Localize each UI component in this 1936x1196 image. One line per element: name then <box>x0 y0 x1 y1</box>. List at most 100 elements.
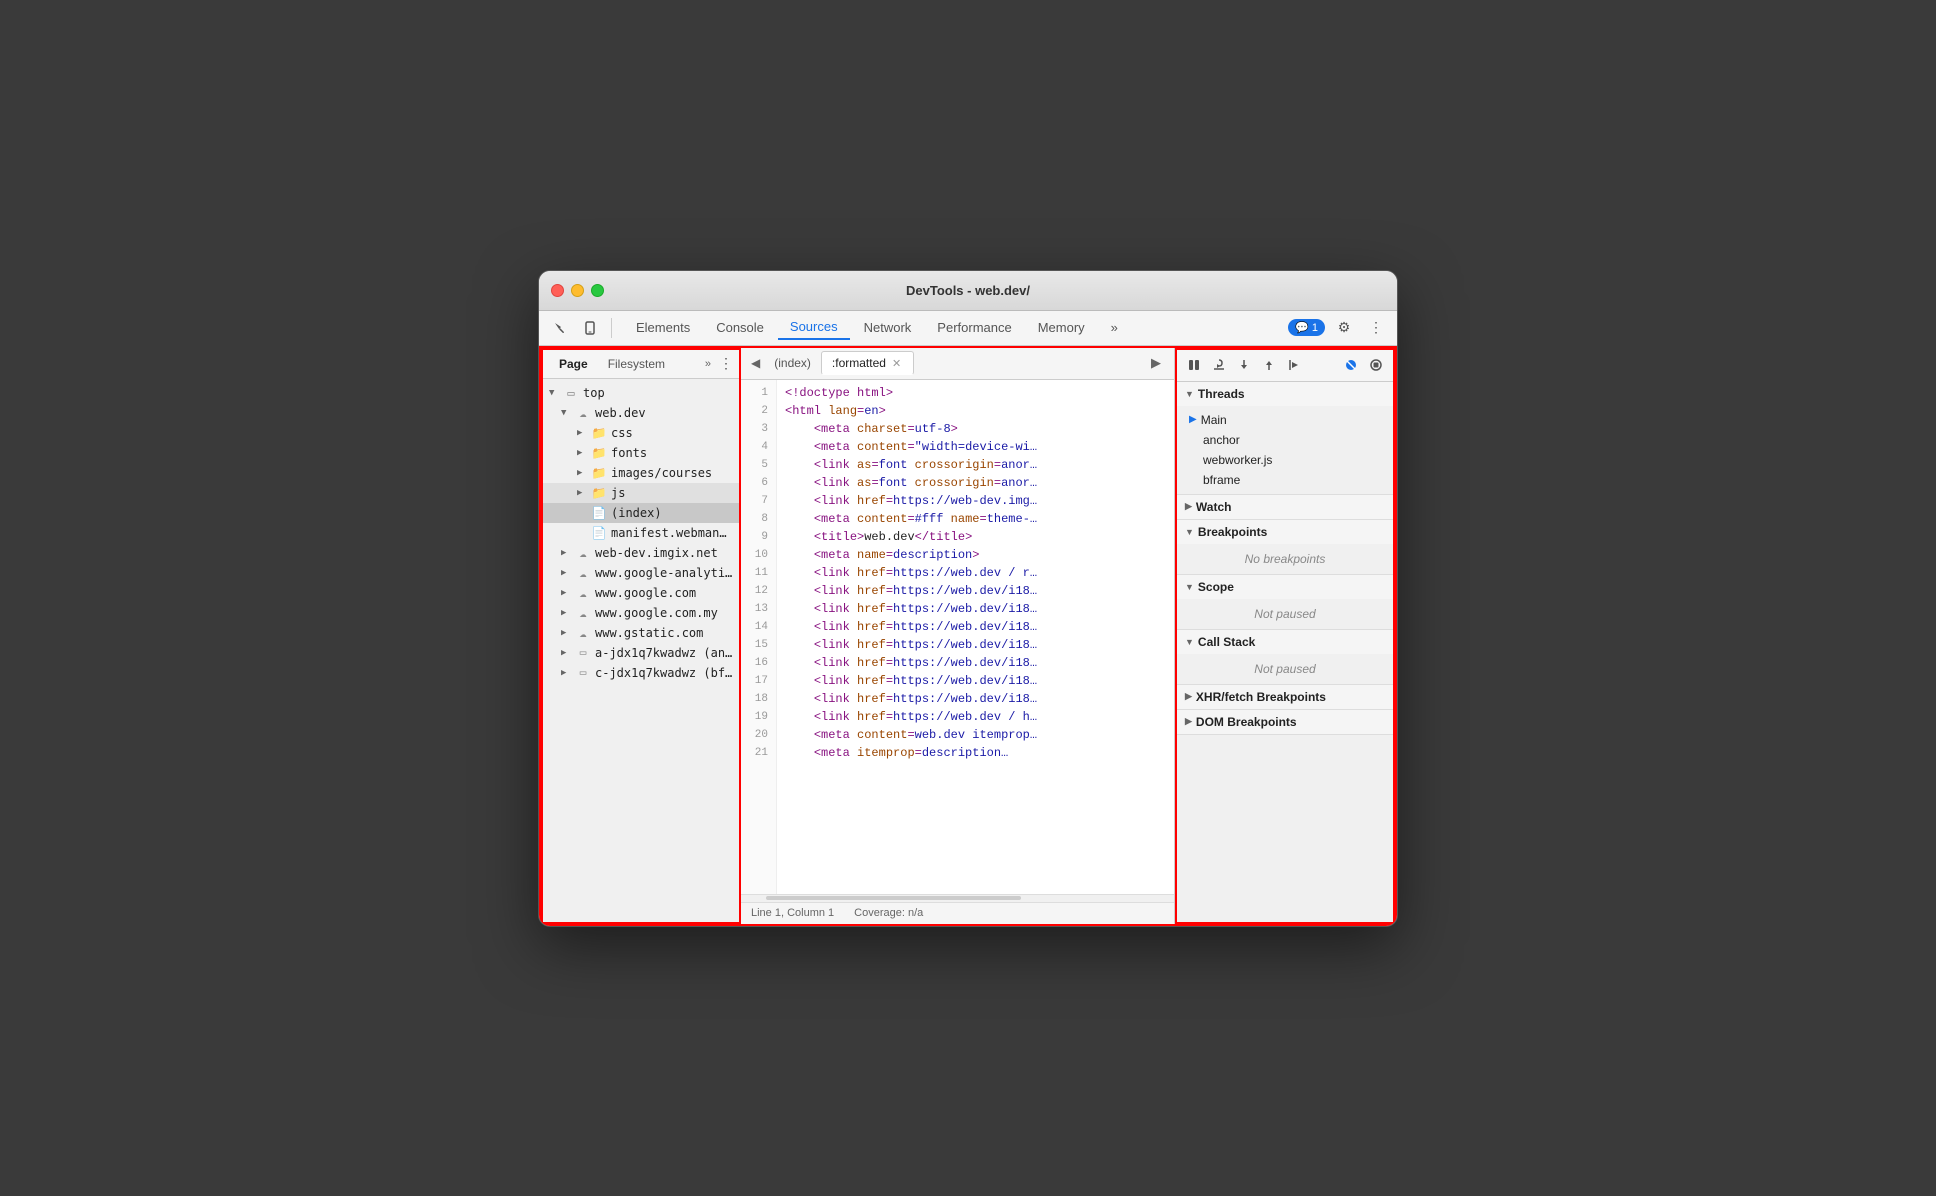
editor-prev-button[interactable]: ◀ <box>747 354 764 372</box>
call-stack-content: Not paused <box>1177 654 1393 684</box>
right-panel-scroll[interactable]: ▼ Threads ▶ Main anchor webworker.js <box>1177 382 1393 922</box>
more-tabs-button[interactable]: » <box>705 358 711 370</box>
tree-item-index[interactable]: 📄 (index) <box>543 503 739 523</box>
tab-close-icon[interactable]: ✕ <box>890 357 903 370</box>
code-line-14: <link href=https://web.dev/i18… <box>785 618 1166 636</box>
run-script-button[interactable]: ▶ <box>1144 351 1168 375</box>
section-arrow: ▶ <box>1185 691 1192 702</box>
scope-not-paused: Not paused <box>1185 603 1385 625</box>
tree-label: www.google.com.my <box>595 606 718 620</box>
tree-label: css <box>611 426 633 440</box>
more-options-icon[interactable]: ⋮ <box>1363 315 1389 341</box>
tree-item-webdev[interactable]: ▼ ☁ web.dev <box>543 403 739 423</box>
close-button[interactable] <box>551 284 564 297</box>
tab-network[interactable]: Network <box>852 316 924 339</box>
tree-item-google[interactable]: ▶ ☁ www.google.com <box>543 583 739 603</box>
code-line-5: <link as=font crossorigin=anor… <box>785 456 1166 474</box>
code-editor[interactable]: 1 2 3 4 5 6 7 8 9 10 11 12 13 14 15 16 1 <box>741 380 1174 894</box>
panel-menu-icon[interactable]: ⋮ <box>719 355 733 372</box>
cloud-icon: ☁ <box>575 605 591 621</box>
inspector-icon[interactable] <box>547 315 573 341</box>
tree-arrow: ▶ <box>577 448 591 458</box>
continue-button[interactable] <box>1283 354 1305 376</box>
threads-section: ▼ Threads ▶ Main anchor webworker.js <box>1177 382 1393 495</box>
thread-webworker[interactable]: webworker.js <box>1185 450 1385 470</box>
settings-icon[interactable]: ⚙ <box>1331 315 1357 341</box>
code-line-16: <link href=https://web.dev/i18… <box>785 654 1166 672</box>
right-panel: ▼ Threads ▶ Main anchor webworker.js <box>1175 348 1395 924</box>
xhr-breakpoints-header[interactable]: ▶ XHR/fetch Breakpoints <box>1177 685 1393 709</box>
file-icon: 📄 <box>591 525 607 541</box>
call-stack-header[interactable]: ▼ Call Stack <box>1177 630 1393 654</box>
tree-item-bframe[interactable]: ▶ ▭ c-jdx1q7kwadwz (bfram… <box>543 663 739 683</box>
mobile-icon[interactable] <box>577 315 603 341</box>
code-line-8: <meta content=#fff name=theme-… <box>785 510 1166 528</box>
cloud-icon: ☁ <box>575 565 591 581</box>
tab-performance[interactable]: Performance <box>925 316 1023 339</box>
step-out-button[interactable] <box>1258 354 1280 376</box>
tree-item-manifest[interactable]: 📄 manifest.webmanifest <box>543 523 739 543</box>
thread-main[interactable]: ▶ Main <box>1185 410 1385 430</box>
tree-item-imgix[interactable]: ▶ ☁ web-dev.imgix.net <box>543 543 739 563</box>
tree-item-images[interactable]: ▶ 📁 images/courses <box>543 463 739 483</box>
horizontal-scrollbar[interactable] <box>741 894 1174 902</box>
code-line-10: <meta name=description> <box>785 546 1166 564</box>
code-line-17: <link href=https://web.dev/i18… <box>785 672 1166 690</box>
tree-item-google-my[interactable]: ▶ ☁ www.google.com.my <box>543 603 739 623</box>
tree-label: (index) <box>611 506 662 520</box>
tree-label: top <box>583 386 605 400</box>
cloud-icon: ☁ <box>575 585 591 601</box>
tree-item-js[interactable]: ▶ 📁 js <box>543 483 739 503</box>
thread-bframe[interactable]: bframe <box>1185 470 1385 490</box>
code-line-18: <link href=https://web.dev/i18… <box>785 690 1166 708</box>
tab-console[interactable]: Console <box>704 316 776 339</box>
tab-more[interactable]: » <box>1099 316 1130 339</box>
tab-elements[interactable]: Elements <box>624 316 702 339</box>
watch-header[interactable]: ▶ Watch <box>1177 495 1393 519</box>
deactivate-breakpoints-button[interactable] <box>1340 354 1362 376</box>
tree-item-top[interactable]: ▼ ▭ top <box>543 383 739 403</box>
scope-label: Scope <box>1198 580 1234 594</box>
step-over-button[interactable] <box>1208 354 1230 376</box>
tree-label: fonts <box>611 446 647 460</box>
tree-item-gstatic[interactable]: ▶ ☁ www.gstatic.com <box>543 623 739 643</box>
scope-header[interactable]: ▼ Scope <box>1177 575 1393 599</box>
file-tree: ▼ ▭ top ▼ ☁ web.dev ▶ 📁 css <box>543 379 739 922</box>
tab-page[interactable]: Page <box>549 354 598 374</box>
maximize-button[interactable] <box>591 284 604 297</box>
tab-memory[interactable]: Memory <box>1026 316 1097 339</box>
step-into-button[interactable] <box>1233 354 1255 376</box>
section-arrow: ▼ <box>1185 527 1194 537</box>
tree-item-anchor-frame[interactable]: ▶ ▭ a-jdx1q7kwadwz (anch… <box>543 643 739 663</box>
main-content: Page Filesystem » ⋮ ▼ ▭ top ▼ ☁ web.d <box>539 346 1397 926</box>
chat-icon: 💬 <box>1295 321 1309 334</box>
thread-anchor[interactable]: anchor <box>1185 430 1385 450</box>
code-line-3: <meta charset=utf-8> <box>785 420 1166 438</box>
scrollbar-thumb[interactable] <box>766 896 1021 900</box>
tab-filesystem[interactable]: Filesystem <box>598 354 675 374</box>
code-line-19: <link href=https://web.dev / h… <box>785 708 1166 726</box>
middle-panel: ◀ (index) :formatted ✕ ▶ 1 2 3 4 5 6 7 8 <box>741 348 1175 924</box>
dom-breakpoints-section: ▶ DOM Breakpoints <box>1177 710 1393 735</box>
dom-breakpoints-header[interactable]: ▶ DOM Breakpoints <box>1177 710 1393 734</box>
pause-button[interactable] <box>1183 354 1205 376</box>
tree-label: web.dev <box>595 406 646 420</box>
minimize-button[interactable] <box>571 284 584 297</box>
tree-item-fonts[interactable]: ▶ 📁 fonts <box>543 443 739 463</box>
editor-tab-index[interactable]: (index) <box>764 352 821 374</box>
tree-arrow: ▼ <box>549 388 563 398</box>
tab-sources[interactable]: Sources <box>778 315 850 340</box>
chat-badge[interactable]: 💬 1 <box>1288 319 1325 336</box>
tab-bar: Elements Console Sources Network Perform… <box>620 315 1284 340</box>
tree-arrow: ▶ <box>561 548 575 558</box>
threads-header[interactable]: ▼ Threads <box>1177 382 1393 406</box>
tree-arrow: ▼ <box>561 408 575 418</box>
breakpoints-header[interactable]: ▼ Breakpoints <box>1177 520 1393 544</box>
stop-button[interactable] <box>1365 354 1387 376</box>
code-line-6: <link as=font crossorigin=anor… <box>785 474 1166 492</box>
breakpoints-content: No breakpoints <box>1177 544 1393 574</box>
tree-item-analytics[interactable]: ▶ ☁ www.google-analytics.c… <box>543 563 739 583</box>
tree-item-css[interactable]: ▶ 📁 css <box>543 423 739 443</box>
tree-label: js <box>611 486 625 500</box>
editor-tab-formatted[interactable]: :formatted ✕ <box>821 351 914 375</box>
